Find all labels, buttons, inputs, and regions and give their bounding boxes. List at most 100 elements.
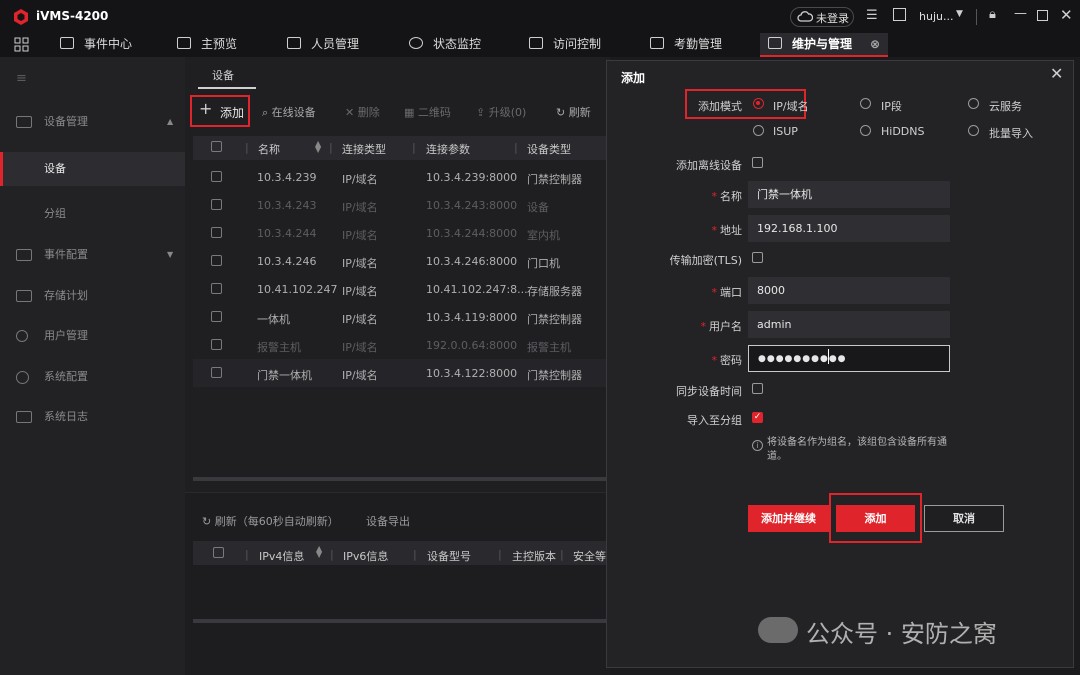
menu-collapse-icon[interactable]: ≡ xyxy=(16,71,27,86)
lock-icon[interactable]: 🔒︎ xyxy=(989,7,996,22)
add-confirm-button[interactable]: 添加 xyxy=(836,505,915,532)
radio-ip-domain[interactable] xyxy=(753,98,764,109)
tls-checkbox[interactable] xyxy=(752,252,763,263)
qrcode-button[interactable]: ▦ 二维码 xyxy=(404,104,451,120)
info-icon: i xyxy=(752,440,763,451)
row-checkbox[interactable] xyxy=(211,367,222,378)
online-device-button[interactable]: ⌕ 在线设备 xyxy=(262,104,316,120)
row-checkbox[interactable] xyxy=(211,227,222,238)
sort-icon[interactable]: ▲ ▼ xyxy=(316,545,322,559)
sidebar-item-system-config[interactable]: 系统配置 xyxy=(0,362,185,392)
cancel-button[interactable]: 取消 xyxy=(924,505,1004,532)
table-row[interactable]: 10.41.102.247 IP/域名 10.41.102.247:8... 存储服务… xyxy=(193,275,610,303)
minimize-icon[interactable]: — xyxy=(1014,6,1027,21)
table-cell: IP/域名 xyxy=(342,341,378,354)
row-checkbox[interactable] xyxy=(211,171,222,182)
table-row[interactable]: 10.3.4.246 IP/域名 10.3.4.246:8000 门口机 xyxy=(193,247,610,275)
table-row[interactable]: 门禁一体机 IP/域名 10.3.4.122:8000 门禁控制器 xyxy=(193,359,610,387)
tab-maintenance[interactable]: 维护与管理 ⊗ xyxy=(760,33,888,57)
sidebar-item-device[interactable]: 设备 xyxy=(0,152,185,186)
sidebar-item-event-config[interactable]: 事件配置 ▼ xyxy=(0,240,185,270)
row-checkbox[interactable] xyxy=(211,339,222,350)
tab-close-icon[interactable]: ⊗ xyxy=(870,33,880,55)
sidebar-item-system-log[interactable]: 系统日志 xyxy=(0,402,185,432)
radio-hiddns[interactable] xyxy=(860,125,871,136)
tab-person-manage[interactable]: 人员管理 xyxy=(287,33,359,57)
info-column-header: 主控版本 xyxy=(512,550,556,563)
log-icon xyxy=(16,411,32,423)
tab-device[interactable]: 设备 xyxy=(212,67,234,83)
table-cell: 10.3.4.243:8000 xyxy=(426,199,518,212)
close-icon[interactable]: ✕ xyxy=(1060,6,1073,24)
radio-cloud-service[interactable] xyxy=(968,98,979,109)
table-row[interactable]: 报警主机 IP/域名 192.0.0.64:8000 报警主机 xyxy=(193,331,610,359)
import-group-checkbox[interactable]: ✓ xyxy=(752,412,763,423)
refresh-auto-button[interactable]: ↻ 刷新（每60秒自动刷新） xyxy=(202,513,339,529)
radio-label: 批量导入 xyxy=(989,127,1033,140)
sidebar-item-device-manage[interactable]: 设备管理 ▲ xyxy=(0,107,185,137)
username[interactable]: huju... xyxy=(919,10,953,23)
table-cell: 报警主机 xyxy=(257,341,301,354)
tab-attendance[interactable]: 考勤管理 xyxy=(650,33,722,57)
name-input[interactable]: 门禁一体机 xyxy=(748,181,950,208)
table-cell: 门禁控制器 xyxy=(527,173,582,186)
column-header: 连接参数 xyxy=(426,143,470,156)
select-all-checkbox[interactable] xyxy=(211,141,222,152)
image-icon[interactable] xyxy=(893,8,906,21)
row-checkbox[interactable] xyxy=(211,255,222,266)
radio-batch-import[interactable] xyxy=(968,125,979,136)
sidebar-item-storage[interactable]: 存储计划 xyxy=(0,281,185,311)
list-icon[interactable]: ☰ xyxy=(866,8,878,23)
import-group-label: 导入至分组 xyxy=(687,414,742,427)
column-header: 设备类型 xyxy=(527,143,571,156)
refresh-button[interactable]: ↻ 刷新 xyxy=(556,104,591,120)
table-cell: 存储服务器 xyxy=(527,285,582,298)
address-input[interactable]: 192.168.1.100 xyxy=(748,215,950,242)
info-column-header: 安全等级 xyxy=(573,550,609,563)
gear-icon xyxy=(16,371,29,384)
sync-time-checkbox[interactable] xyxy=(752,383,763,394)
maximize-icon[interactable] xyxy=(1037,10,1048,21)
table-row[interactable]: 10.3.4.244 IP/域名 10.3.4.244:8000 室内机 xyxy=(193,219,610,247)
tab-access-control[interactable]: 访问控制 xyxy=(529,33,601,57)
login-status: 未登录 xyxy=(816,12,849,25)
table-cell: 10.3.4.244:8000 xyxy=(426,227,518,240)
tab-main-preview[interactable]: 主预览 xyxy=(177,33,237,57)
row-checkbox[interactable] xyxy=(211,199,222,210)
offline-device-checkbox[interactable] xyxy=(752,157,763,168)
tab-status-monitor[interactable]: 状态监控 xyxy=(409,33,481,57)
dialog-close-icon[interactable]: ✕ xyxy=(1050,64,1063,83)
table-cell: 一体机 xyxy=(257,313,290,326)
radio-ip-segment[interactable] xyxy=(860,98,871,109)
username-input[interactable]: admin xyxy=(748,311,950,338)
sidebar-item-group[interactable]: 分组 xyxy=(0,199,185,229)
sidebar-item-user-manage[interactable]: 用户管理 xyxy=(0,321,185,351)
info-select-all-checkbox[interactable] xyxy=(213,547,224,558)
username-label: * 用户名 xyxy=(700,320,743,333)
alarm-icon xyxy=(60,37,74,49)
tls-label: 传输加密(TLS) xyxy=(669,254,742,267)
column-header[interactable]: 名称 xyxy=(258,141,280,157)
sort-icon[interactable]: ▲ ▼ xyxy=(315,140,321,154)
grid-menu-icon[interactable] xyxy=(14,37,29,52)
password-input[interactable]: ●●●●●●●●●● xyxy=(748,345,950,372)
row-checkbox[interactable] xyxy=(211,311,222,322)
table-row[interactable]: 10.3.4.243 IP/域名 10.3.4.243:8000 设备 xyxy=(193,191,610,219)
table-cell: 门禁控制器 xyxy=(527,313,582,326)
radio-isup[interactable] xyxy=(753,125,764,136)
horizontal-scrollbar[interactable] xyxy=(193,619,610,623)
device-export-button[interactable]: 设备导出 xyxy=(366,513,410,529)
row-checkbox[interactable] xyxy=(211,283,222,294)
refresh-icon: ↻ xyxy=(556,106,569,119)
table-row[interactable]: 一体机 IP/域名 10.3.4.119:8000 门禁控制器 xyxy=(193,303,610,331)
tab-event-center[interactable]: 事件中心 xyxy=(60,33,132,57)
table-cell: 10.3.4.122:8000 xyxy=(426,367,518,380)
table-row[interactable]: 10.3.4.239 IP/域名 10.3.4.239:8000 门禁控制器 xyxy=(193,163,610,191)
upgrade-button[interactable]: ⇪ 升级(0) xyxy=(476,104,526,120)
horizontal-scrollbar[interactable] xyxy=(193,477,610,481)
port-input[interactable]: 8000 xyxy=(748,277,950,304)
name-label: * 名称 xyxy=(711,190,743,203)
chevron-down-icon[interactable]: ▼ xyxy=(956,9,963,19)
add-and-continue-button[interactable]: 添加并继续 xyxy=(748,505,829,532)
delete-button[interactable]: ✕ 删除 xyxy=(345,104,380,120)
